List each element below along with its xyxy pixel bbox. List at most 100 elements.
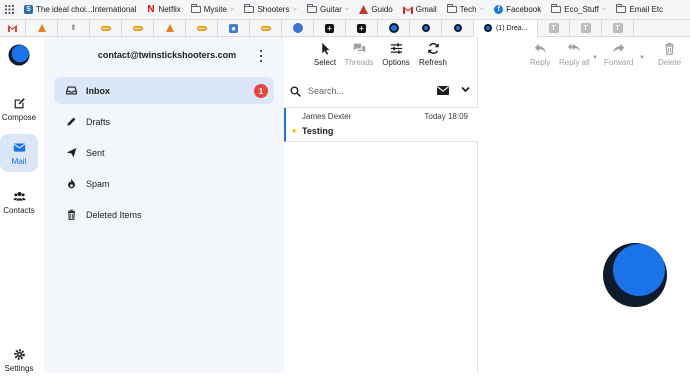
letter-t-icon: T bbox=[612, 23, 623, 33]
browser-tab-active[interactable]: (1) Drea... bbox=[474, 19, 538, 37]
bookmark-folder-eco[interactable]: Eco_Stuff ⌵ bbox=[546, 0, 611, 19]
delete-label: Delete bbox=[658, 58, 682, 67]
mail-icon bbox=[13, 142, 25, 152]
chevron-down-icon[interactable] bbox=[461, 86, 470, 93]
bookmarks-bar: S The ideal choi...International N Netfl… bbox=[0, 0, 690, 20]
folder-label: Inbox bbox=[86, 85, 110, 96]
sliders-icon bbox=[390, 43, 402, 54]
message-time: Today 18:09 bbox=[424, 112, 468, 121]
browser-tab[interactable] bbox=[442, 19, 474, 37]
browser-tab[interactable] bbox=[250, 19, 282, 37]
browser-tab[interactable] bbox=[122, 19, 154, 37]
netflix-icon: N bbox=[147, 4, 155, 15]
bookmark-folder-email[interactable]: Email Etc bbox=[611, 0, 668, 19]
bookmark-ideal-choice[interactable]: S The ideal choi...International bbox=[19, 0, 142, 19]
plus-icon: + bbox=[357, 23, 366, 33]
browser-tab[interactable] bbox=[26, 19, 58, 37]
chevron-down-icon: ⌵ bbox=[344, 6, 350, 12]
threads-icon bbox=[353, 43, 365, 53]
browser-tab[interactable]: + bbox=[346, 19, 378, 37]
browser-tab[interactable]: T bbox=[538, 19, 570, 37]
bookmark-label: Guido bbox=[371, 5, 393, 14]
send-icon bbox=[66, 148, 77, 158]
select-button[interactable]: Select bbox=[307, 42, 343, 67]
ring-icon bbox=[196, 25, 207, 31]
bookmark-folder-shooters[interactable]: Shooters ⌵ bbox=[239, 0, 302, 19]
bookmark-folder-guitar[interactable]: Guitar ⌵ bbox=[302, 0, 354, 19]
folder-icon bbox=[616, 4, 627, 13]
app-logo-icon bbox=[453, 24, 462, 32]
search-input[interactable]: Search... bbox=[308, 86, 344, 96]
bookmark-guido[interactable]: Guido bbox=[354, 0, 397, 19]
more-options-icon[interactable] bbox=[257, 50, 265, 62]
options-label: Options bbox=[382, 58, 410, 67]
bookmark-folder-tech[interactable]: Tech ⌵ bbox=[442, 0, 489, 19]
bookmark-facebook[interactable]: f Facebook bbox=[489, 0, 546, 19]
folder-sent[interactable]: Sent bbox=[54, 139, 274, 166]
folder-deleted-items[interactable]: Deleted Items bbox=[54, 201, 274, 228]
bookmark-folder-mysite[interactable]: Mysite ⌵ bbox=[186, 0, 240, 19]
app-logo-watermark-icon bbox=[603, 243, 667, 307]
guido-icon bbox=[359, 5, 369, 14]
browser-tab[interactable]: T bbox=[602, 19, 634, 37]
apps-grid-icon bbox=[5, 5, 14, 14]
compose-icon bbox=[14, 97, 25, 108]
browser-tab[interactable]: ● bbox=[218, 19, 250, 37]
browser-tab[interactable] bbox=[282, 19, 314, 37]
gear-icon bbox=[13, 348, 25, 360]
compose-button[interactable]: Compose bbox=[0, 90, 38, 128]
folder-inbox[interactable]: Inbox 1 bbox=[54, 77, 274, 104]
browser-tab[interactable]: ‖ bbox=[58, 19, 90, 37]
settings-nav-button[interactable]: Settings bbox=[0, 341, 38, 379]
browser-tab[interactable] bbox=[410, 19, 442, 37]
message-subject: Testing bbox=[302, 126, 334, 136]
app-logo-icon bbox=[388, 23, 399, 33]
reply-all-button[interactable]: Reply all bbox=[559, 42, 590, 67]
message-list-pane: Select Threads Options Refresh Search...… bbox=[284, 37, 478, 373]
browser-tab[interactable]: T bbox=[570, 19, 602, 37]
options-button[interactable]: Options bbox=[378, 42, 414, 67]
gmail-icon bbox=[8, 24, 17, 32]
forward-button[interactable]: Forward bbox=[604, 42, 633, 67]
bookmark-label: Shooters bbox=[257, 5, 290, 14]
folder-label: Spam bbox=[86, 178, 110, 189]
account-email: contact@twinstickshooters.com bbox=[97, 50, 237, 60]
folder-label: Drafts bbox=[86, 116, 111, 127]
folder-panel: contact@twinstickshooters.com Inbox 1 Dr… bbox=[44, 37, 284, 373]
reply-button[interactable]: Reply bbox=[530, 42, 550, 67]
bookmark-netflix[interactable]: N Netflix bbox=[142, 0, 186, 19]
chevron-down-icon[interactable]: ▼ bbox=[592, 55, 598, 61]
browser-tab[interactable] bbox=[186, 19, 218, 37]
apps-button[interactable] bbox=[0, 0, 19, 19]
browser-tab[interactable] bbox=[154, 19, 186, 37]
tab-title: (1) Drea... bbox=[496, 24, 528, 32]
chevron-down-icon[interactable]: ▼ bbox=[639, 55, 645, 61]
refresh-button[interactable]: Refresh bbox=[415, 42, 451, 67]
app-logo-icon[interactable] bbox=[8, 44, 30, 66]
letter-t-icon: T bbox=[580, 23, 591, 33]
mail-label: Mail bbox=[11, 156, 27, 166]
bookmark-gmail[interactable]: Gmail bbox=[398, 0, 442, 19]
folder-icon bbox=[190, 4, 201, 13]
folder-icon bbox=[307, 4, 318, 13]
plus-icon: + bbox=[325, 23, 334, 33]
browser-tab[interactable] bbox=[0, 19, 26, 37]
bookmark-label: Eco_Stuff bbox=[564, 5, 599, 14]
browser-tab[interactable] bbox=[378, 19, 410, 37]
folder-label: Deleted Items bbox=[86, 209, 142, 220]
folder-drafts[interactable]: Drafts bbox=[54, 108, 274, 135]
browser-tab[interactable]: + bbox=[314, 19, 346, 37]
unread-badge: 1 bbox=[254, 84, 268, 98]
browser-tab[interactable] bbox=[90, 19, 122, 37]
app-logo-icon bbox=[484, 24, 492, 32]
bookmark-label: Tech bbox=[459, 5, 477, 14]
envelope-filter-icon[interactable] bbox=[437, 86, 449, 95]
contacts-nav-button[interactable]: Contacts bbox=[0, 183, 38, 221]
folder-spam[interactable]: Spam bbox=[54, 170, 274, 197]
mail-nav-button[interactable]: Mail bbox=[0, 134, 38, 172]
mail-app: Compose Mail Contacts Settings contact@t… bbox=[0, 37, 690, 373]
delete-button[interactable]: Delete bbox=[658, 42, 681, 67]
message-row[interactable]: James Dexter Today 18:09 ★ Testing bbox=[284, 108, 478, 142]
threads-button[interactable]: Threads bbox=[341, 42, 377, 67]
star-icon[interactable]: ★ bbox=[291, 127, 297, 135]
